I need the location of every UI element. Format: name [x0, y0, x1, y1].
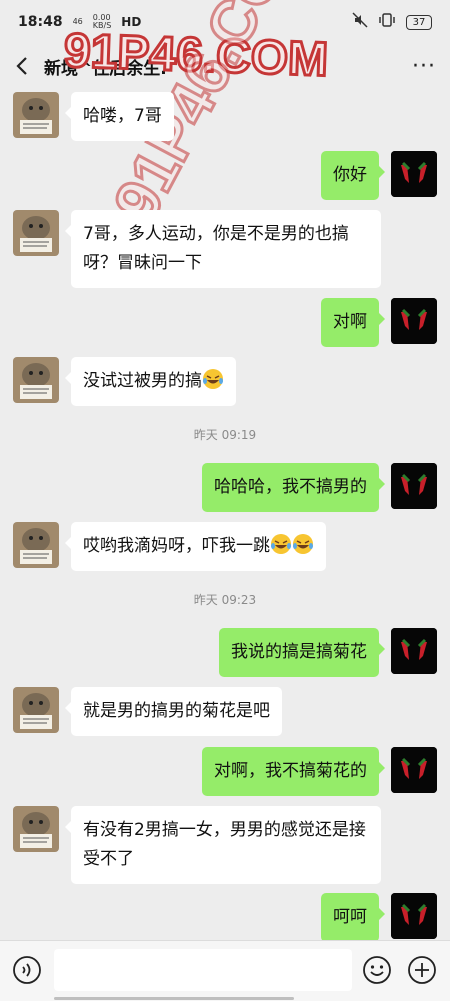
message-bubble-outgoing[interactable]: 呵呵 — [321, 893, 385, 942]
more-options-icon[interactable]: ··· — [412, 54, 436, 79]
back-arrow-icon[interactable] — [12, 54, 32, 78]
message-bubble-incoming[interactable]: 哎哟我滴妈呀，吓我一跳 — [65, 522, 326, 571]
status-time: 18:48 — [18, 14, 63, 30]
contact-avatar[interactable] — [13, 687, 59, 733]
contact-avatar[interactable] — [13, 357, 59, 403]
status-bar: 18:48 46 0.00 KB/S HD 37 — [0, 0, 450, 44]
message-bubble-incoming[interactable]: 没试过被男的搞 — [65, 357, 236, 406]
message-bubble-outgoing[interactable]: 对啊 — [321, 298, 385, 347]
message-bubble-outgoing[interactable]: 哈哈哈，我不搞男的 — [202, 463, 385, 512]
chat-timestamp: 昨天 09:23 — [193, 593, 257, 607]
chat-title: 新境^住后余生. — [44, 58, 167, 79]
laugh-cry-emoji — [293, 534, 313, 554]
vibrate-icon — [378, 12, 396, 32]
network-speed: 0.00 KB/S — [93, 14, 112, 30]
input-bar — [0, 940, 450, 1001]
voice-input-icon[interactable] — [12, 955, 42, 989]
emoji-picker-icon[interactable] — [362, 955, 392, 989]
message-bubble-outgoing[interactable]: 对啊，我不搞菊花的 — [202, 747, 385, 796]
network-speed-unit: KB/S — [92, 21, 112, 30]
chat-timestamp: 昨天 09:19 — [193, 428, 257, 442]
message-bubble-incoming[interactable]: 7哥，多人运动，你是不是男的也搞呀？冒昧问一下 — [65, 210, 381, 288]
contact-avatar[interactable] — [13, 92, 59, 138]
message-bubble-outgoing[interactable]: 我说的搞是搞菊花 — [219, 628, 385, 677]
my-avatar[interactable] — [391, 747, 437, 793]
my-avatar[interactable] — [391, 151, 437, 197]
plus-icon[interactable] — [407, 955, 437, 989]
message-bubble-incoming[interactable]: 哈喽，7哥 — [65, 92, 174, 141]
hd-indicator: HD — [121, 15, 142, 29]
message-text: 哎哟我滴妈呀，吓我一跳 — [83, 536, 270, 556]
laugh-cry-emoji — [271, 534, 291, 554]
message-bubble-incoming[interactable]: 就是男的搞男的菊花是吧 — [65, 687, 282, 736]
message-bubble-outgoing[interactable]: 你好 — [321, 151, 385, 200]
laugh-cry-emoji — [203, 369, 223, 389]
battery-indicator: 37 — [406, 14, 432, 30]
contact-avatar[interactable] — [13, 522, 59, 568]
my-avatar[interactable] — [391, 893, 437, 939]
message-input[interactable] — [54, 949, 352, 991]
my-avatar[interactable] — [391, 628, 437, 674]
message-text: 没试过被男的搞 — [83, 371, 202, 391]
message-bubble-incoming[interactable]: 有没有2男搞一女，男男的感觉还是接受不了 — [65, 806, 381, 884]
my-avatar[interactable] — [391, 463, 437, 509]
mute-icon — [352, 12, 368, 32]
network-indicator: 46 — [73, 18, 83, 26]
chat-header: 新境^住后余生. ··· — [0, 44, 450, 88]
contact-avatar[interactable] — [13, 210, 59, 256]
network-type: 46 — [72, 17, 83, 26]
contact-avatar[interactable] — [13, 806, 59, 852]
my-avatar[interactable] — [391, 298, 437, 344]
